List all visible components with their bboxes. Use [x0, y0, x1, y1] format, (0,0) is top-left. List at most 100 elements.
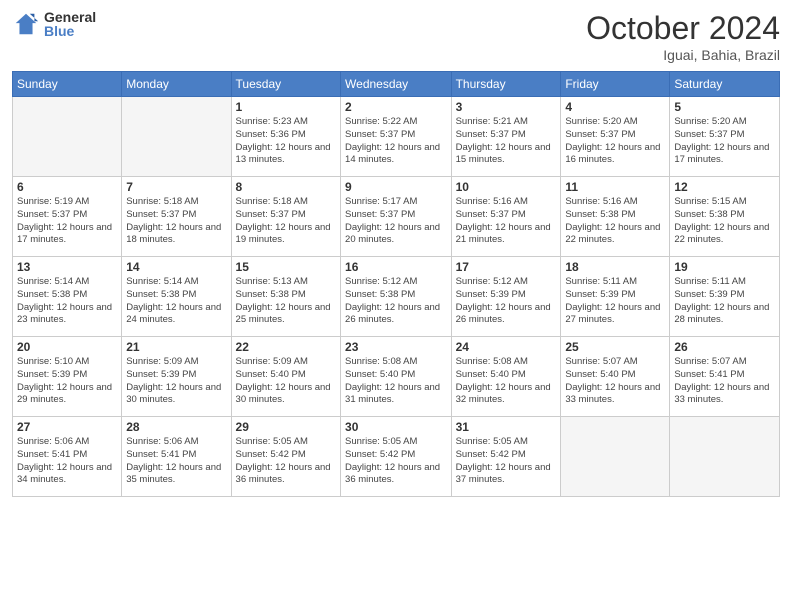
day-number: 24	[456, 340, 557, 354]
day-number: 11	[565, 180, 665, 194]
cell-info: Sunrise: 5:16 AMSunset: 5:37 PMDaylight:…	[456, 196, 557, 247]
cell-info: Sunrise: 5:20 AMSunset: 5:37 PMDaylight:…	[674, 116, 775, 167]
calendar-cell: 6 Sunrise: 5:19 AMSunset: 5:37 PMDaylight…	[13, 177, 122, 257]
cell-info: Sunrise: 5:16 AMSunset: 5:38 PMDaylight:…	[565, 196, 665, 247]
calendar-cell: 5 Sunrise: 5:20 AMSunset: 5:37 PMDaylight…	[670, 97, 780, 177]
calendar-cell: 9 Sunrise: 5:17 AMSunset: 5:37 PMDaylight…	[341, 177, 452, 257]
cell-info: Sunrise: 5:21 AMSunset: 5:37 PMDaylight:…	[456, 116, 557, 167]
calendar-cell: 13 Sunrise: 5:14 AMSunset: 5:38 PMDayligh…	[13, 257, 122, 337]
cell-info: Sunrise: 5:18 AMSunset: 5:37 PMDaylight:…	[126, 196, 226, 247]
cell-info: Sunrise: 5:13 AMSunset: 5:38 PMDaylight:…	[236, 276, 337, 327]
cell-info: Sunrise: 5:12 AMSunset: 5:39 PMDaylight:…	[456, 276, 557, 327]
day-number: 30	[345, 420, 447, 434]
calendar-cell: 1Sunrise: 5:23 AMSunset: 5:36 PMDaylight…	[231, 97, 341, 177]
day-header: Saturday	[670, 72, 780, 97]
month-title: October 2024	[586, 10, 780, 47]
calendar-cell: 19 Sunrise: 5:11 AMSunset: 5:39 PMDayligh…	[670, 257, 780, 337]
calendar-cell: 26 Sunrise: 5:07 AMSunset: 5:41 PMDayligh…	[670, 337, 780, 417]
day-number: 27	[17, 420, 117, 434]
day-header: Monday	[122, 72, 231, 97]
cell-info: Sunrise: 5:12 AMSunset: 5:38 PMDaylight:…	[345, 276, 447, 327]
day-number: 20	[17, 340, 117, 354]
cell-info: Sunrise: 5:11 AMSunset: 5:39 PMDaylight:…	[674, 276, 775, 327]
day-number: 29	[236, 420, 337, 434]
calendar-cell: 3 Sunrise: 5:21 AMSunset: 5:37 PMDaylight…	[451, 97, 561, 177]
calendar-cell: 31Sunrise: 5:05 AMSunset: 5:42 PMDayligh…	[451, 417, 561, 497]
cell-info: Sunrise: 5:10 AMSunset: 5:39 PMDaylight:…	[17, 356, 117, 407]
day-number: 25	[565, 340, 665, 354]
cell-info: Sunrise: 5:15 AMSunset: 5:38 PMDaylight:…	[674, 196, 775, 247]
week-row: 1Sunrise: 5:23 AMSunset: 5:36 PMDaylight…	[13, 97, 780, 177]
cell-info: Sunrise: 5:20 AMSunset: 5:37 PMDaylight:…	[565, 116, 665, 167]
day-number: 7	[126, 180, 226, 194]
day-number: 23	[345, 340, 447, 354]
cell-info: Sunrise: 5:11 AMSunset: 5:39 PMDaylight:…	[565, 276, 665, 327]
cell-info: Sunrise: 5:09 AMSunset: 5:39 PMDaylight:…	[126, 356, 226, 407]
day-number: 9	[345, 180, 447, 194]
day-header: Friday	[561, 72, 670, 97]
calendar-cell	[122, 97, 231, 177]
calendar-cell: 18Sunrise: 5:11 AMSunset: 5:39 PMDayligh…	[561, 257, 670, 337]
page-container: General Blue October 2024 Iguai, Bahia, …	[0, 0, 792, 612]
week-row: 20 Sunrise: 5:10 AMSunset: 5:39 PMDayligh…	[13, 337, 780, 417]
day-number: 10	[456, 180, 557, 194]
day-number: 28	[126, 420, 226, 434]
calendar-cell: 12 Sunrise: 5:15 AMSunset: 5:38 PMDayligh…	[670, 177, 780, 257]
day-number: 3	[456, 100, 557, 114]
week-row: 13 Sunrise: 5:14 AMSunset: 5:38 PMDayligh…	[13, 257, 780, 337]
cell-info: Sunrise: 5:17 AMSunset: 5:37 PMDaylight:…	[345, 196, 447, 247]
calendar-cell: 22 Sunrise: 5:09 AMSunset: 5:40 PMDayligh…	[231, 337, 341, 417]
calendar-cell	[13, 97, 122, 177]
calendar-cell: 15 Sunrise: 5:13 AMSunset: 5:38 PMDayligh…	[231, 257, 341, 337]
cell-info: Sunrise: 5:14 AMSunset: 5:38 PMDaylight:…	[126, 276, 226, 327]
day-number: 22	[236, 340, 337, 354]
calendar-cell: 21Sunrise: 5:09 AMSunset: 5:39 PMDayligh…	[122, 337, 231, 417]
day-header: Tuesday	[231, 72, 341, 97]
cell-info: Sunrise: 5:09 AMSunset: 5:40 PMDaylight:…	[236, 356, 337, 407]
cell-info: Sunrise: 5:22 AMSunset: 5:37 PMDaylight:…	[345, 116, 447, 167]
logo: General Blue	[12, 10, 96, 38]
day-header: Wednesday	[341, 72, 452, 97]
cell-info: Sunrise: 5:05 AMSunset: 5:42 PMDaylight:…	[456, 436, 557, 487]
calendar-cell: 27Sunrise: 5:06 AMSunset: 5:41 PMDayligh…	[13, 417, 122, 497]
logo-general: General	[44, 10, 96, 24]
day-header: Sunday	[13, 72, 122, 97]
calendar-cell: 25 Sunrise: 5:07 AMSunset: 5:40 PMDayligh…	[561, 337, 670, 417]
day-number: 26	[674, 340, 775, 354]
logo-icon	[12, 10, 40, 38]
calendar-cell: 14 Sunrise: 5:14 AMSunset: 5:38 PMDayligh…	[122, 257, 231, 337]
calendar-cell: 11 Sunrise: 5:16 AMSunset: 5:38 PMDayligh…	[561, 177, 670, 257]
cell-info: Sunrise: 5:14 AMSunset: 5:38 PMDaylight:…	[17, 276, 117, 327]
day-header: Thursday	[451, 72, 561, 97]
calendar-cell: 7 Sunrise: 5:18 AMSunset: 5:37 PMDaylight…	[122, 177, 231, 257]
day-number: 14	[126, 260, 226, 274]
day-number: 2	[345, 100, 447, 114]
cell-info: Sunrise: 5:05 AMSunset: 5:42 PMDaylight:…	[236, 436, 337, 487]
day-number: 19	[674, 260, 775, 274]
cell-info: Sunrise: 5:18 AMSunset: 5:37 PMDaylight:…	[236, 196, 337, 247]
day-number: 15	[236, 260, 337, 274]
day-number: 16	[345, 260, 447, 274]
week-row: 27Sunrise: 5:06 AMSunset: 5:41 PMDayligh…	[13, 417, 780, 497]
location: Iguai, Bahia, Brazil	[586, 47, 780, 63]
day-number: 12	[674, 180, 775, 194]
logo-blue: Blue	[44, 24, 96, 38]
calendar-cell	[561, 417, 670, 497]
day-number: 13	[17, 260, 117, 274]
day-number: 1	[236, 100, 337, 114]
day-number: 5	[674, 100, 775, 114]
cell-info: Sunrise: 5:07 AMSunset: 5:40 PMDaylight:…	[565, 356, 665, 407]
calendar-cell: 4Sunrise: 5:20 AMSunset: 5:37 PMDaylight…	[561, 97, 670, 177]
calendar-cell: 10 Sunrise: 5:16 AMSunset: 5:37 PMDayligh…	[451, 177, 561, 257]
cell-info: Sunrise: 5:07 AMSunset: 5:41 PMDaylight:…	[674, 356, 775, 407]
day-number: 17	[456, 260, 557, 274]
day-number: 6	[17, 180, 117, 194]
title-section: October 2024 Iguai, Bahia, Brazil	[586, 10, 780, 63]
cell-info: Sunrise: 5:08 AMSunset: 5:40 PMDaylight:…	[345, 356, 447, 407]
calendar-cell: 28Sunrise: 5:06 AMSunset: 5:41 PMDayligh…	[122, 417, 231, 497]
calendar-cell: 23 Sunrise: 5:08 AMSunset: 5:40 PMDayligh…	[341, 337, 452, 417]
day-number: 8	[236, 180, 337, 194]
header: General Blue October 2024 Iguai, Bahia, …	[12, 10, 780, 63]
logo-text: General Blue	[44, 10, 96, 38]
cell-info: Sunrise: 5:19 AMSunset: 5:37 PMDaylight:…	[17, 196, 117, 247]
